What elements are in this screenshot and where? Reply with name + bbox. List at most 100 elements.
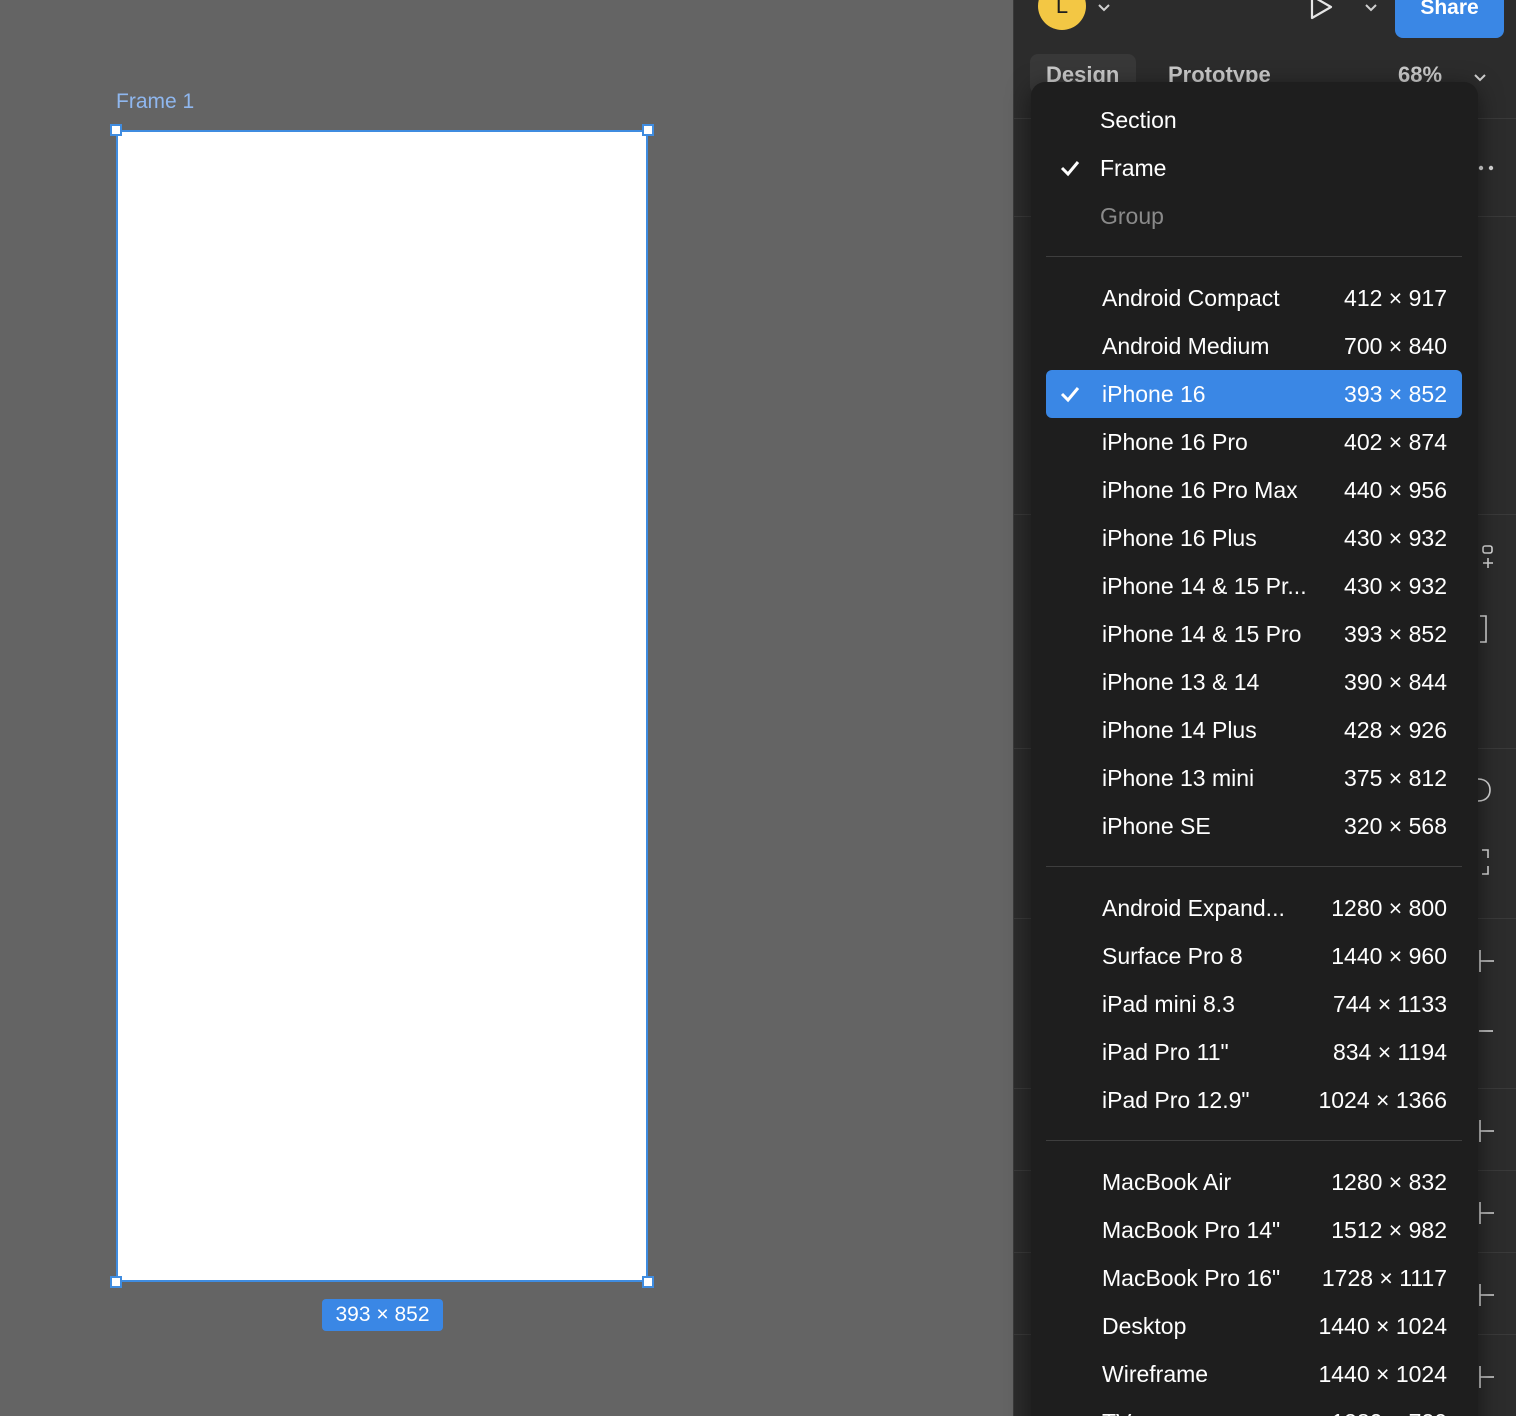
preset-label: iPad Pro 12.9" [1102,1087,1250,1113]
canvas[interactable]: Frame 1 393 × 852 [0,0,1013,1416]
preset-label: iPhone 16 [1102,381,1206,407]
preset-wireframe[interactable]: Wireframe 1440 × 1024 [1046,1350,1462,1398]
preset-size: 834 × 1194 [1332,1039,1447,1065]
preset-iphone-14-15-pro[interactable]: iPhone 14 & 15 Pro 393 × 852 [1046,610,1462,658]
preset-label: iPhone 13 & 14 [1102,669,1260,695]
preset-ipad-pro-12-9[interactable]: iPad Pro 12.9" 1024 × 1366 [1046,1076,1462,1124]
frame-name-label[interactable]: Frame 1 [116,90,194,114]
preset-android-compact[interactable]: Android Compact 412 × 917 [1046,274,1462,322]
add-fill-icon[interactable] [1476,948,1496,974]
remove-icon[interactable] [1476,1022,1496,1038]
preset-iphone-16-plus[interactable]: iPhone 16 Plus 430 × 932 [1046,514,1462,562]
resize-handle-top-right[interactable] [642,124,654,136]
add-layout-guide-icon[interactable] [1476,1282,1496,1308]
menu-separator [1046,256,1462,257]
preset-label: iPhone 16 Plus [1102,525,1257,551]
preset-size: 1024 × 1366 [1318,1087,1447,1113]
preset-label: iPhone 14 Plus [1102,717,1257,743]
preset-size: 1440 × 1024 [1318,1361,1447,1387]
preset-size: 1440 × 1024 [1318,1313,1447,1339]
preset-size: 390 × 844 [1344,669,1447,695]
add-effect-icon[interactable] [1476,1200,1496,1226]
preset-iphone-16-pro[interactable]: iPhone 16 Pro 402 × 874 [1046,418,1462,466]
menu-item-label: Section [1100,107,1177,133]
present-play-icon[interactable] [1306,0,1336,22]
preset-label: Surface Pro 8 [1102,943,1243,969]
preset-size: 440 × 956 [1344,477,1447,503]
preset-label: Desktop [1102,1313,1187,1339]
preset-label: iPhone 13 mini [1102,765,1255,791]
preset-label: iPhone 16 Pro [1102,429,1248,455]
preset-surface-pro-8[interactable]: Surface Pro 8 1440 × 960 [1046,932,1462,980]
preset-label: Wireframe [1102,1361,1209,1387]
frame-size-badge: 393 × 852 [322,1299,443,1331]
preset-macbook-air[interactable]: MacBook Air 1280 × 832 [1046,1158,1462,1206]
preset-size: 1512 × 982 [1331,1217,1447,1243]
preset-ipad-pro-11[interactable]: iPad Pro 11" 834 × 1194 [1046,1028,1462,1076]
preset-size: 393 × 852 [1344,621,1447,647]
preset-label: TV [1102,1398,1131,1416]
preset-size: 320 × 568 [1344,813,1447,839]
avatar-chevron-down-icon[interactable] [1096,0,1112,16]
clip-content-icon[interactable] [1478,614,1492,644]
resize-handle-bottom-right[interactable] [642,1276,654,1288]
preset-size: 430 × 932 [1344,525,1447,551]
preset-size: 402 × 874 [1344,429,1447,455]
preset-size: 1728 × 1117 [1321,1265,1447,1291]
preset-iphone-16-pro-max[interactable]: iPhone 16 Pro Max 440 × 956 [1046,466,1462,514]
independent-corners-icon[interactable] [1480,848,1494,876]
menu-separator [1046,866,1462,867]
preset-size: 1440 × 960 [1331,943,1447,969]
menu-item-label: Group [1100,203,1164,229]
present-chevron-down-icon[interactable] [1363,0,1379,16]
app-root: Frame 1 393 × 852 L Share Design Prototy… [0,0,1516,1416]
preset-label: iPhone 14 & 15 Pr... [1102,573,1307,599]
auto-layout-icon[interactable] [1480,544,1496,570]
menu-item-section[interactable]: Section [1046,96,1462,144]
preset-size: 744 × 1133 [1332,991,1447,1017]
preset-ipad-mini-8-3[interactable]: iPad mini 8.3 744 × 1133 [1046,980,1462,1028]
preset-macbook-pro-16[interactable]: MacBook Pro 16" 1728 × 1117 [1046,1254,1462,1302]
preset-size: 1280 × 720 [1331,1398,1447,1416]
menu-item-frame[interactable]: Frame [1046,144,1462,192]
preset-size: 412 × 917 [1344,285,1447,311]
preset-size: 375 × 812 [1344,765,1447,791]
preset-size: 393 × 852 [1344,381,1447,407]
preset-label: Android Compact [1102,285,1280,311]
preset-label: iPad Pro 11" [1102,1039,1229,1065]
preset-size: 430 × 932 [1344,573,1447,599]
preset-label: iPhone 16 Pro Max [1102,477,1298,503]
preset-macbook-pro-14[interactable]: MacBook Pro 14" 1512 × 982 [1046,1206,1462,1254]
preset-iphone-13-14[interactable]: iPhone 13 & 14 390 × 844 [1046,658,1462,706]
more-options-icon[interactable] [1478,160,1498,176]
share-button[interactable]: Share [1395,0,1504,38]
preset-iphone-13-mini[interactable]: iPhone 13 mini 375 × 812 [1046,754,1462,802]
preset-iphone-14-plus[interactable]: iPhone 14 Plus 428 × 926 [1046,706,1462,754]
preset-label: iPhone 14 & 15 Pro [1102,621,1302,647]
preset-size: 700 × 840 [1344,333,1447,359]
zoom-chevron-down-icon[interactable] [1472,70,1488,86]
menu-item-group: Group [1046,192,1462,240]
preset-iphone-14-15-pro-max[interactable]: iPhone 14 & 15 Pr... 430 × 932 [1046,562,1462,610]
resize-handle-bottom-left[interactable] [110,1276,122,1288]
add-export-icon[interactable] [1476,1364,1496,1390]
frame-preset-menu: Section Frame Group Android Compact 412 … [1031,82,1478,1416]
preset-tv[interactable]: TV 1280 × 720 [1046,1398,1462,1416]
preset-label: Android Expand... [1102,895,1285,921]
preset-iphone-16[interactable]: iPhone 16 393 × 852 [1046,370,1462,418]
add-stroke-icon[interactable] [1476,1118,1496,1144]
preset-android-medium[interactable]: Android Medium 700 × 840 [1046,322,1462,370]
preset-size: 1280 × 800 [1331,895,1447,921]
preset-label: Android Medium [1102,333,1270,359]
preset-label: MacBook Air [1102,1169,1232,1195]
frame-1[interactable] [116,130,648,1282]
preset-desktop[interactable]: Desktop 1440 × 1024 [1046,1302,1462,1350]
radius-icon[interactable] [1476,776,1494,804]
preset-label: MacBook Pro 14" [1102,1217,1281,1243]
preset-label: MacBook Pro 16" [1102,1265,1281,1291]
resize-handle-top-left[interactable] [110,124,122,136]
preset-label: iPhone SE [1102,813,1211,839]
preset-size: 1280 × 832 [1331,1169,1447,1195]
preset-iphone-se[interactable]: iPhone SE 320 × 568 [1046,802,1462,850]
preset-android-expanded[interactable]: Android Expand... 1280 × 800 [1046,884,1462,932]
